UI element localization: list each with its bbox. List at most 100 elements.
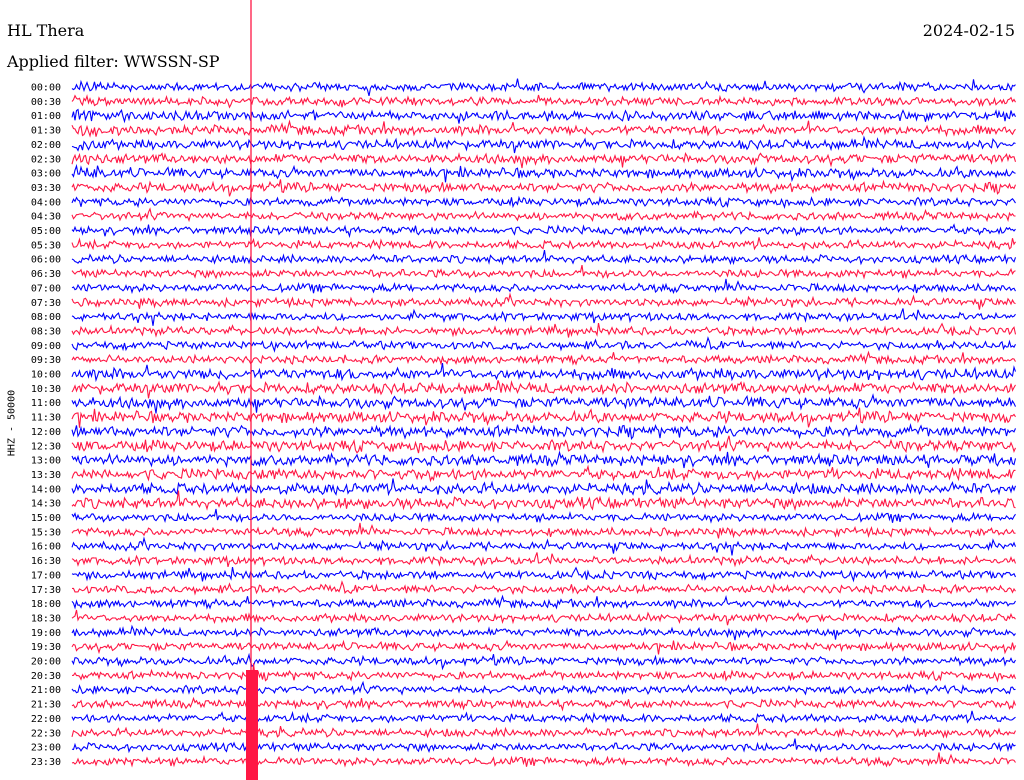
seismic-trace	[71, 119, 1016, 138]
seismic-trace	[71, 508, 1016, 524]
seismic-trace	[71, 278, 1016, 295]
seismic-trace	[71, 249, 1017, 266]
time-label: 10:30	[31, 384, 61, 395]
time-label: 19:00	[31, 628, 61, 639]
time-label: 00:30	[31, 97, 61, 108]
helicorder-plot: 00:00 00:30 01:00 01:30 02:00 02:30 03:00 03:30…	[31, 0, 1017, 780]
time-label: 14:30	[31, 499, 61, 510]
seismic-trace	[71, 195, 1016, 210]
seismic-trace	[71, 94, 1016, 109]
event-signal-block	[246, 670, 258, 780]
time-label: 12:30	[31, 441, 61, 452]
time-label: 12:00	[31, 427, 61, 438]
time-label: 10:00	[31, 370, 61, 381]
time-label: 16:00	[31, 542, 61, 553]
seismic-trace	[71, 680, 1016, 698]
time-label: 20:30	[31, 671, 61, 682]
seismic-trace	[71, 566, 1017, 583]
time-label: 03:00	[31, 169, 61, 180]
time-label: 23:00	[31, 743, 61, 754]
time-label: 09:30	[31, 355, 61, 366]
time-label: 16:30	[31, 556, 61, 567]
seismic-trace	[71, 609, 1016, 626]
seismic-trace	[71, 78, 1016, 97]
time-label: 23:30	[31, 757, 61, 768]
seismic-trace	[71, 464, 1016, 483]
seismic-trace	[71, 336, 1016, 353]
seismic-trace	[71, 292, 1016, 310]
seismic-trace	[71, 135, 1016, 154]
time-label: 02:00	[31, 140, 61, 151]
seismic-trace	[71, 308, 1016, 326]
time-label: 13:00	[31, 456, 61, 467]
time-label: 08:00	[31, 312, 61, 323]
seismic-trace	[71, 393, 1016, 414]
seismic-trace	[71, 179, 1017, 197]
seismic-trace	[71, 435, 1017, 454]
seismic-trace	[71, 450, 1017, 469]
time-label: 07:00	[31, 283, 61, 294]
seismic-trace	[71, 407, 1016, 428]
seismic-trace	[71, 652, 1016, 671]
seismic-trace	[71, 752, 1016, 772]
time-label: 03:30	[31, 183, 61, 194]
time-label: 18:30	[31, 613, 61, 624]
time-label: 07:30	[31, 298, 61, 309]
seismic-trace	[71, 552, 1017, 568]
time-label: 11:00	[31, 398, 61, 409]
time-label: 20:00	[31, 657, 61, 668]
time-label: 02:30	[31, 154, 61, 165]
time-label: 17:00	[31, 570, 61, 581]
time-label: 09:00	[31, 341, 61, 352]
time-label: 00:00	[31, 83, 61, 94]
time-label: 06:30	[31, 269, 61, 280]
seismic-trace	[71, 624, 1016, 641]
seismic-trace	[71, 478, 1017, 497]
time-label-layer: 00:00 00:30 01:00 01:30 02:00 02:30 03:00 03:30…	[31, 83, 61, 768]
seismic-trace	[71, 423, 1017, 441]
time-label: 06:00	[31, 255, 61, 266]
seismic-trace	[71, 536, 1017, 556]
seismic-trace	[71, 163, 1016, 183]
time-label: 22:30	[31, 728, 61, 739]
seismic-trace	[71, 722, 1016, 739]
time-label: 13:30	[31, 470, 61, 481]
seismic-trace	[71, 237, 1016, 252]
time-label: 01:00	[31, 111, 61, 122]
seismic-trace	[71, 350, 1016, 366]
seismic-trace	[71, 151, 1017, 169]
time-label: 05:00	[31, 226, 61, 237]
seismic-trace	[71, 223, 1016, 239]
time-label: 15:00	[31, 513, 61, 524]
time-label: 21:00	[31, 685, 61, 696]
seismic-trace	[72, 580, 1016, 596]
time-label: 04:00	[31, 197, 61, 208]
seismic-trace	[71, 522, 1016, 539]
seismic-trace	[71, 663, 1017, 686]
seismic-trace	[71, 380, 1016, 399]
time-label: 14:00	[31, 484, 61, 495]
seismic-trace	[71, 322, 1017, 338]
seismic-trace	[71, 737, 1016, 760]
seismic-trace	[71, 639, 1017, 655]
time-label: 22:00	[31, 714, 61, 725]
time-label: 11:30	[31, 413, 61, 424]
time-label: 08:30	[31, 326, 61, 337]
time-label: 19:30	[31, 642, 61, 653]
seismic-trace	[71, 594, 1016, 610]
time-label: 01:30	[31, 126, 61, 137]
seismic-trace	[71, 363, 1017, 383]
trace-layer	[71, 78, 1017, 780]
time-label: 15:30	[31, 527, 61, 538]
seismic-trace	[71, 696, 1017, 712]
seismic-trace	[71, 490, 1016, 512]
time-label: 17:30	[31, 585, 61, 596]
seismic-trace	[71, 264, 1016, 280]
time-label: 05:30	[31, 240, 61, 251]
seismic-trace	[71, 108, 1016, 124]
seismic-trace	[71, 207, 1016, 223]
time-label: 18:00	[31, 599, 61, 610]
time-label: 21:30	[31, 700, 61, 711]
time-label: 04:30	[31, 212, 61, 223]
seismic-trace	[71, 710, 1016, 731]
